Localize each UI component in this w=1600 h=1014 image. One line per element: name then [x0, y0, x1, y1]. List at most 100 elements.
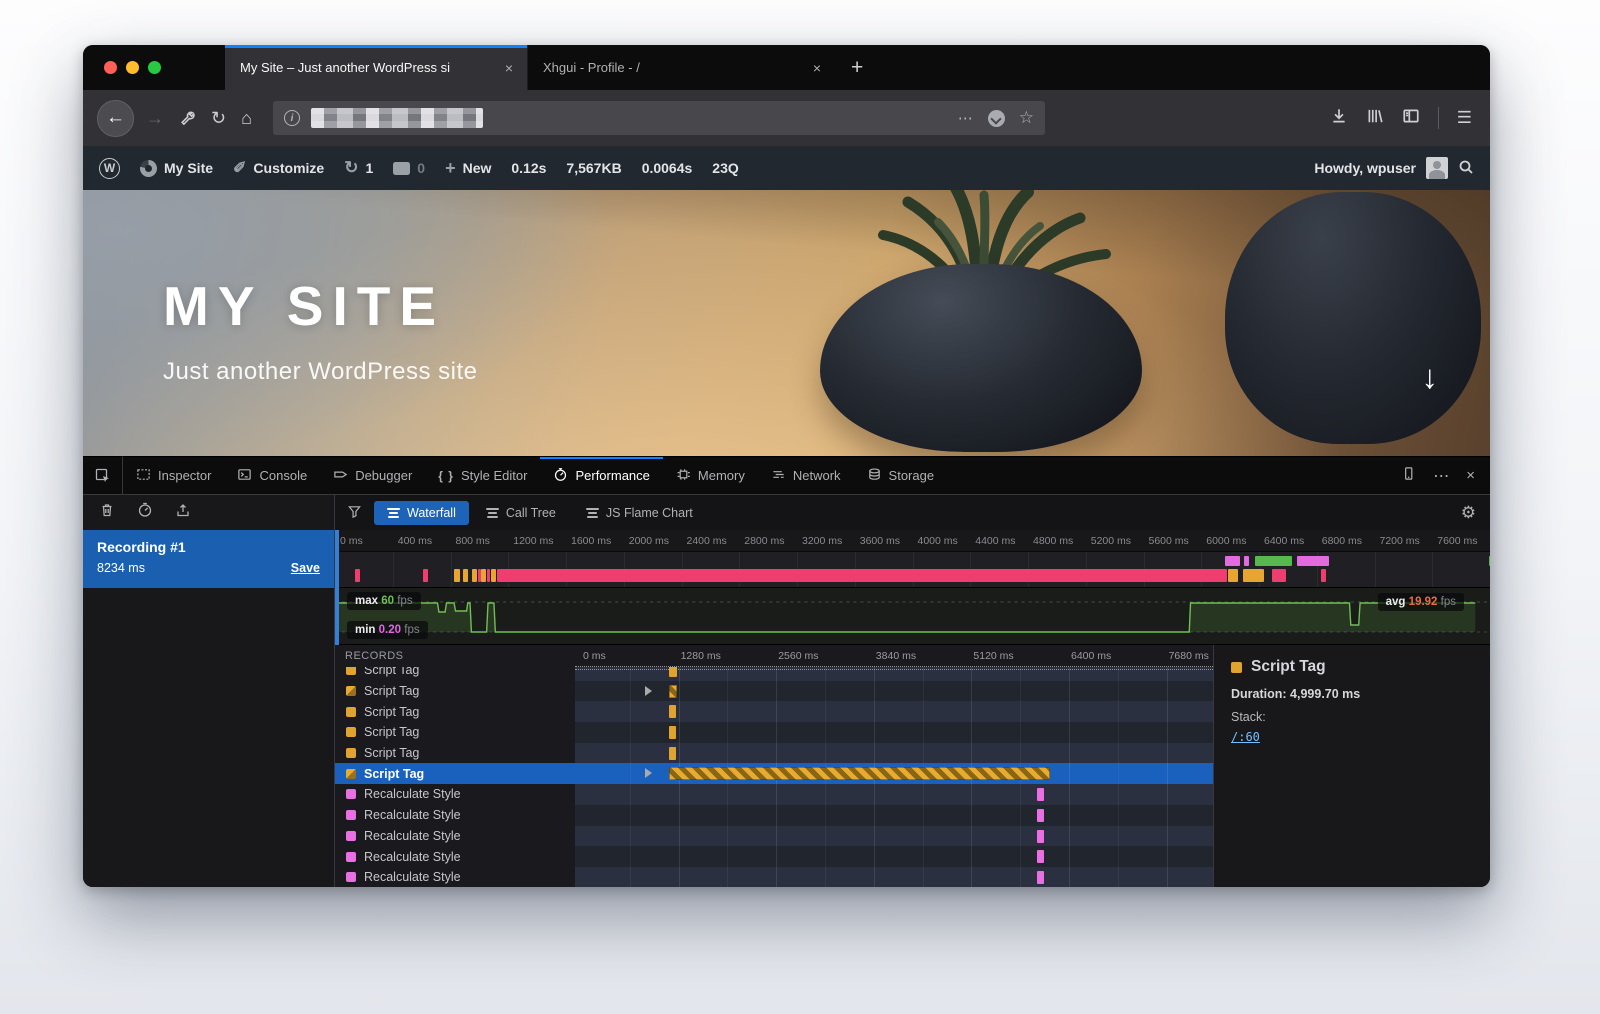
maximize-window-button[interactable] — [148, 61, 161, 74]
qm-query-count[interactable]: 23Q — [712, 160, 738, 176]
marker-detail-panel: Script Tag Duration: 4,999.70 ms Stack: … — [1213, 645, 1490, 887]
record-row-style[interactable]: Recalculate Style — [335, 867, 1213, 887]
url-bar[interactable]: i ⋯ ☆ — [273, 101, 1045, 135]
back-button[interactable]: ← — [97, 100, 134, 137]
browser-tab-my-site[interactable]: My Site – Just another WordPress si × — [225, 45, 527, 90]
record-row-script[interactable]: Script Tag — [335, 667, 1213, 681]
minimize-window-button[interactable] — [126, 61, 139, 74]
wp-new-item[interactable]: + New — [445, 158, 491, 179]
responsive-design-icon[interactable] — [1401, 466, 1416, 486]
record-row-script[interactable]: Script Tag — [335, 763, 1213, 784]
expand-triangle-icon[interactable] — [645, 686, 652, 696]
wp-account-item[interactable]: Howdy, wpuser — [1314, 160, 1416, 176]
expand-triangle-icon[interactable] — [645, 768, 652, 778]
downloads-icon[interactable] — [1330, 107, 1348, 130]
ruler-tick: 1200 ms — [513, 535, 553, 547]
devtools-more-icon[interactable]: ⋯ — [1433, 466, 1449, 486]
reload-button[interactable]: ↻ — [211, 108, 226, 129]
record-performance-icon[interactable] — [137, 502, 153, 523]
menu-icon[interactable]: ☰ — [1457, 108, 1472, 128]
overview-segment — [454, 569, 460, 582]
view-calltree-button[interactable]: Call Tree — [473, 501, 569, 525]
clear-recordings-icon[interactable] — [99, 502, 115, 523]
marker-type-icon — [346, 789, 356, 799]
record-row-style[interactable]: Recalculate Style — [335, 826, 1213, 847]
devtools-tab-network[interactable]: Network — [758, 457, 854, 494]
time-ruler[interactable]: 0 ms400 ms800 ms1200 ms1600 ms2000 ms240… — [335, 530, 1490, 552]
site-title: MY SITE — [163, 274, 478, 338]
scroll-down-arrow[interactable]: ↓ — [1422, 358, 1439, 396]
devtools-tab-style-editor[interactable]: { }Style Editor — [425, 457, 540, 494]
ruler-tick: 5200 ms — [1091, 535, 1131, 547]
recording-duration: 8234 ms — [97, 561, 145, 575]
selection-start-marker[interactable] — [335, 530, 339, 645]
tab-close-icon[interactable]: × — [809, 58, 825, 78]
record-row-style[interactable]: Recalculate Style — [335, 784, 1213, 805]
tab-close-icon[interactable]: × — [501, 58, 517, 78]
record-row-script[interactable]: Script Tag — [335, 701, 1213, 722]
record-label: Recalculate Style — [364, 850, 461, 864]
devtools-tab-inspector[interactable]: Inspector — [123, 457, 224, 494]
record-row-script[interactable]: Script Tag — [335, 743, 1213, 764]
bookmark-star-icon[interactable]: ☆ — [1019, 108, 1034, 128]
record-row-style[interactable]: Recalculate Style — [335, 846, 1213, 867]
records-tick: 3840 ms — [876, 650, 916, 662]
devtools-tab-console[interactable]: Console — [224, 457, 320, 494]
record-row-script[interactable]: Script Tag — [335, 681, 1213, 702]
view-flame-button[interactable]: JS Flame Chart — [573, 501, 706, 525]
overview-segment — [1243, 569, 1264, 582]
settings-gear-icon[interactable]: ⚙ — [1461, 503, 1490, 523]
overview-segment — [1489, 556, 1490, 566]
waterfall-overview[interactable] — [335, 552, 1490, 588]
devtools-close-icon[interactable]: × — [1466, 467, 1475, 484]
recording-item[interactable]: Recording #1 8234 ms Save — [83, 530, 334, 588]
view-waterfall-button[interactable]: Waterfall — [374, 501, 469, 525]
qm-load-time[interactable]: 0.12s — [511, 160, 546, 176]
new-tab-button[interactable]: + — [835, 45, 879, 90]
ruler-tick: 0 ms — [340, 535, 363, 547]
devtools-tab-debugger[interactable]: Debugger — [320, 457, 425, 494]
sidebar-toggle-icon[interactable] — [1402, 107, 1420, 130]
waterfall-bar — [669, 747, 677, 760]
devtools-tab-storage[interactable]: Storage — [854, 457, 948, 494]
wrench-icon[interactable] — [179, 110, 196, 127]
comments-icon — [393, 162, 410, 175]
ruler-tick: 400 ms — [398, 535, 432, 547]
site-hero: MY SITE Just another WordPress site ↓ — [83, 190, 1490, 456]
ruler-tick: 2000 ms — [629, 535, 669, 547]
site-info-icon[interactable]: i — [284, 110, 300, 126]
save-recording-link[interactable]: Save — [291, 561, 320, 575]
browser-tab-xhgui[interactable]: Xhgui - Profile - / × — [527, 45, 835, 90]
pick-element-icon[interactable] — [83, 457, 123, 494]
waterfall-bar — [669, 667, 677, 677]
filter-icon[interactable] — [347, 501, 374, 524]
forward-button[interactable]: → — [146, 108, 164, 129]
record-row-style[interactable]: Recalculate Style — [335, 805, 1213, 826]
home-button[interactable]: ⌂ — [241, 108, 252, 129]
wp-logo-icon[interactable]: W — [99, 158, 120, 179]
ruler-tick: 5600 ms — [1149, 535, 1189, 547]
second-pot — [1225, 192, 1481, 444]
devtools-tab-performance[interactable]: Performance — [540, 457, 662, 494]
wp-customize-item[interactable]: ✐ Customize — [233, 158, 324, 178]
qm-db-time[interactable]: 0.0064s — [642, 160, 693, 176]
wp-updates-item[interactable]: ↻ 1 — [344, 158, 373, 178]
search-icon[interactable] — [1458, 159, 1474, 178]
import-recording-icon[interactable] — [175, 502, 191, 523]
qm-memory[interactable]: 7,567KB — [566, 160, 621, 176]
overview-segment — [1321, 569, 1326, 582]
ruler-tick: 1600 ms — [571, 535, 611, 547]
avatar[interactable] — [1426, 157, 1448, 179]
updates-icon: ↻ — [344, 158, 358, 178]
pocket-icon[interactable] — [988, 110, 1005, 127]
close-window-button[interactable] — [104, 61, 117, 74]
devtools-tab-memory[interactable]: Memory — [663, 457, 758, 494]
wp-comments-item[interactable]: 0 — [393, 160, 425, 176]
wp-my-site-item[interactable]: My Site — [140, 160, 213, 177]
library-icon[interactable] — [1366, 107, 1384, 130]
framerate-graph[interactable]: max 60 fps min 0.20 fps avg 19.92 fps — [335, 588, 1490, 645]
record-row-script[interactable]: Script Tag — [335, 722, 1213, 743]
page-actions-icon[interactable]: ⋯ — [958, 109, 974, 127]
stack-source-link[interactable]: /:60 — [1231, 730, 1260, 744]
network-icon — [771, 467, 786, 485]
